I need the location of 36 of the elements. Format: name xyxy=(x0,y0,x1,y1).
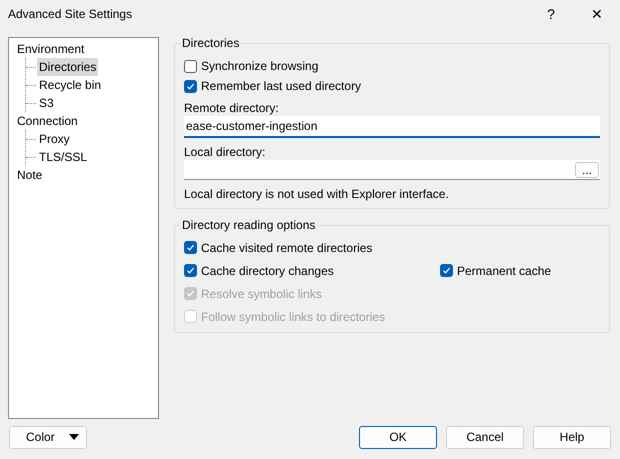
tree-item[interactable]: Proxy xyxy=(37,130,72,148)
checkbox-label: Cache visited remote directories xyxy=(201,240,372,256)
dialog-button[interactable]: Help xyxy=(533,426,611,448)
close-button[interactable]: ✕ xyxy=(574,0,620,28)
tree-item[interactable]: Recycle bin xyxy=(37,76,104,94)
dialog-button[interactable]: OK xyxy=(359,426,437,448)
checkbox-label: Follow symbolic links to directories xyxy=(201,308,386,326)
tree-item[interactable]: Connection xyxy=(15,112,80,130)
checkbox[interactable]: Cache visited remote directories xyxy=(184,238,372,258)
checkbox-label: Remember last used directory xyxy=(201,78,362,95)
local-directory-field[interactable]: ... xyxy=(184,160,600,180)
checkbox-label: Resolve symbolic links xyxy=(201,286,322,302)
help-button[interactable]: ? xyxy=(528,0,574,28)
tree-item[interactable]: Environment xyxy=(15,40,86,58)
field-label: Remote directory: xyxy=(184,100,280,116)
checkbox[interactable]: Cache directory changes xyxy=(184,260,334,280)
tree-item[interactable]: Note xyxy=(15,166,44,184)
note-text: Local directory is not used with Explorer interface. xyxy=(184,186,450,202)
field-label: Local directory: xyxy=(184,144,266,160)
group-title: Directories xyxy=(180,36,242,50)
checkbox-label: Cache directory changes xyxy=(201,262,334,280)
window-title: Advanced Site Settings xyxy=(8,6,134,23)
tree-item[interactable]: Directories xyxy=(37,58,98,76)
remote-directory-field[interactable]: ease-customer-ingestion xyxy=(184,116,600,138)
browse-button[interactable]: ... xyxy=(574,162,599,178)
group-title: Directory reading options xyxy=(180,218,318,232)
dropdown-arrow-icon xyxy=(69,434,79,440)
checkbox[interactable]: Permanent cache xyxy=(440,260,552,280)
color-dropdown[interactable]: Color xyxy=(9,426,87,448)
tree-item[interactable]: TLS/SSL xyxy=(37,148,90,166)
dialog-button[interactable]: Cancel xyxy=(446,426,524,448)
checkbox[interactable]: Synchronize browsing xyxy=(184,56,318,76)
tree-item[interactable]: S3 xyxy=(37,94,56,112)
checkbox-label: Permanent cache xyxy=(457,262,552,280)
checkbox-label: Synchronize browsing xyxy=(201,58,318,75)
checkbox[interactable]: Remember last used directory xyxy=(184,76,362,96)
